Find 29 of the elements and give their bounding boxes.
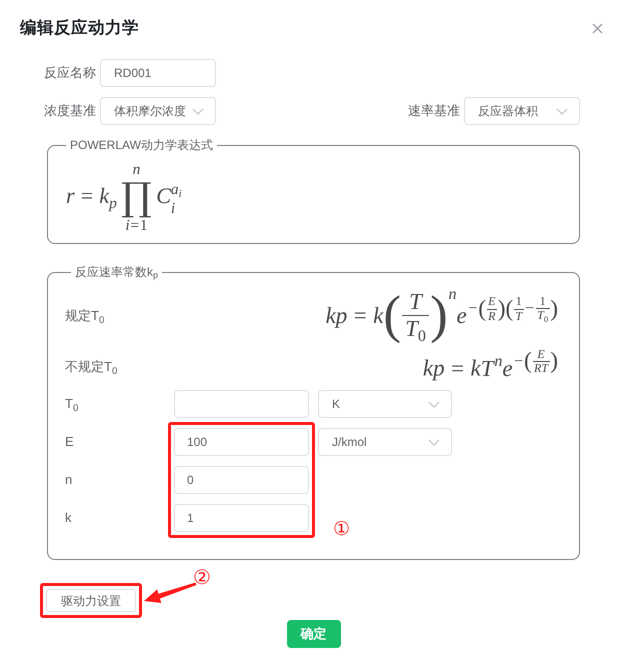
- parameter-label: T$_{0}$: [65, 395, 78, 414]
- chevron-icon: [428, 438, 440, 446]
- callout-number: ①: [333, 520, 350, 539]
- parameter-label: n: [65, 471, 72, 490]
- field-label: 反应名称: [43, 64, 96, 82]
- field-label: 速率基准: [407, 102, 460, 120]
- drive-settings-button[interactable]: 驱动力设置: [46, 589, 136, 612]
- parameter-input[interactable]: 0: [174, 466, 309, 494]
- close-icon[interactable]: [592, 22, 603, 34]
- dropdown-select[interactable]: 体积摩尔浓度: [100, 97, 216, 125]
- chevron-icon: [428, 400, 440, 408]
- chevron-icon: [556, 108, 568, 114]
- parameter-label: E: [65, 433, 74, 452]
- chevron-icon: [192, 108, 204, 114]
- row-label: 规定T$_{0}$: [65, 307, 104, 326]
- field-label: 浓度基准: [43, 102, 96, 120]
- dropdown-select[interactable]: 反应器体积: [464, 97, 580, 125]
- dropdown-select[interactable]: K: [318, 390, 452, 418]
- panel-title: POWERLAW动力学表达式: [69, 137, 214, 153]
- callout-number: ②: [193, 568, 211, 588]
- parameter-label: k: [65, 509, 72, 528]
- text-input[interactable]: RD001: [100, 59, 216, 87]
- dialog-title: 编辑反应动力学: [20, 18, 139, 39]
- parameter-input[interactable]: 1: [174, 504, 309, 532]
- parameter-input[interactable]: [174, 390, 309, 418]
- panel-title: 反应速率常数k$_{p}$: [75, 265, 158, 279]
- dropdown-select[interactable]: J/kmol: [318, 428, 452, 456]
- row-label: 不规定T$_{0}$: [65, 358, 118, 377]
- parameter-input[interactable]: 100: [174, 428, 309, 456]
